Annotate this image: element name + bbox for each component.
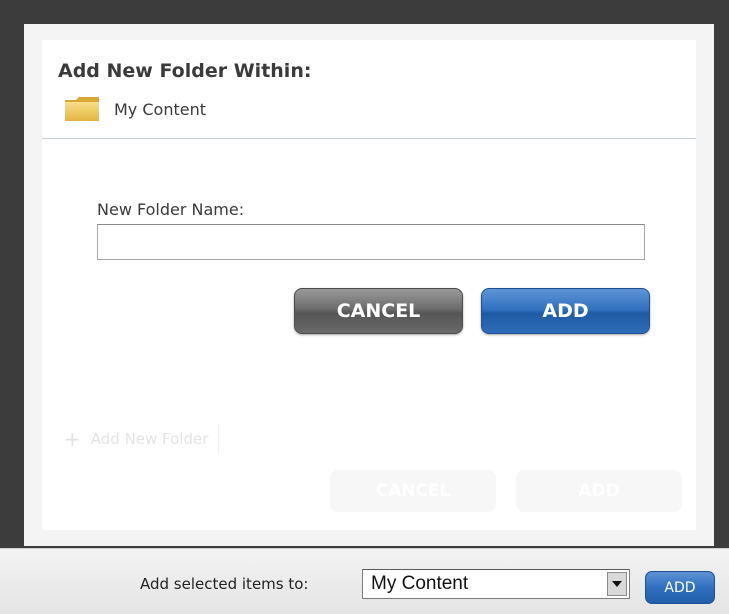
destination-select[interactable]: My Content: [362, 569, 630, 599]
folder-name-label: New Folder Name:: [97, 200, 245, 219]
folder-name-input[interactable]: [97, 224, 645, 260]
add-button[interactable]: ADD: [481, 288, 650, 334]
chevron-down-icon[interactable]: [607, 572, 627, 596]
add-to-label: Add selected items to:: [140, 575, 309, 593]
plus-icon: +: [64, 427, 81, 451]
destination-select-value: My Content: [371, 573, 469, 594]
add-folder-dialog: Add New Folder Within: My Content New Fo…: [42, 40, 696, 530]
background-add-button: ADD: [516, 470, 682, 512]
background-add-folder-link: + Add New Folder: [64, 424, 220, 454]
cancel-button[interactable]: CANCEL: [294, 288, 463, 334]
background-cancel-button: CANCEL: [330, 470, 496, 512]
folder-label: My Content: [114, 100, 206, 119]
dialog-title: Add New Folder Within:: [58, 60, 312, 82]
add-selected-button[interactable]: ADD: [645, 571, 715, 604]
bottom-toolbar: Add selected items to: My Content ADD: [0, 548, 729, 614]
dialog-header: Add New Folder Within: My Content: [42, 40, 696, 139]
background-add-folder-label: Add New Folder: [90, 430, 209, 448]
folder-icon: [64, 96, 100, 122]
